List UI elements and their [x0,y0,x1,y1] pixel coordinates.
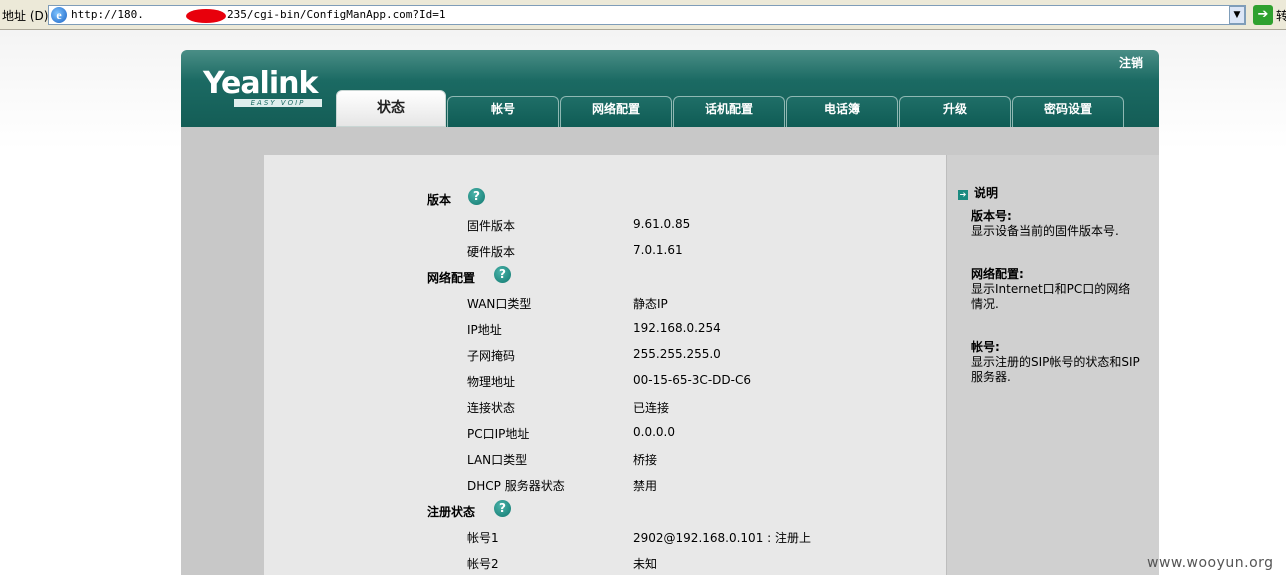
address-dropdown-icon[interactable]: ▼ [1229,6,1245,24]
watermark: www.wooyun.org [1147,555,1274,571]
address-input[interactable]: e http://180. 235/cgi-bin/ConfigManApp.c… [48,5,1246,25]
status-panel [264,155,946,575]
row-value-firmware: 9.61.0.85 [633,217,691,231]
row-value-hardware: 7.0.1.61 [633,243,683,257]
sidebar-block-account: 帐号: 显示注册的SIP帐号的状态和SIP服务器. [971,340,1141,385]
tab-password[interactable]: 密码设置 [1012,96,1124,127]
row-label-link-state: 连接状态 [467,401,516,415]
content-top-band [181,127,1159,155]
row-label-lan-type: LAN口类型 [467,453,528,467]
help-icon[interactable]: ? [494,266,511,283]
section-title-version: 版本 [427,193,452,207]
sidebar-block-version: 版本号: 显示设备当前的固件版本号. [971,209,1141,239]
row-label-subnet: 子网掩码 [467,349,516,363]
row-value-pc-ip: 0.0.0.0 [633,425,675,439]
help-icon[interactable]: ? [494,500,511,517]
go-arrow-icon[interactable]: ➔ [1253,5,1273,25]
row-label-account1: 帐号1 [467,531,499,545]
row-label-ip: IP地址 [467,323,502,337]
url-text-start: http://180. [71,8,144,21]
yealink-header: 注销 Yealink EASY VOIP 状态 帐号 网络配置 话机配置 电话簿… [181,50,1159,127]
row-value-mac: 00-15-65-3C-DD-C6 [633,373,751,387]
row-label-pc-ip: PC口IP地址 [467,427,530,441]
url-text-end: 235/cgi-bin/ConfigManApp.com?Id=1 [227,8,446,21]
section-title-register: 注册状态 [427,505,476,519]
row-value-ip: 192.168.0.254 [633,321,721,335]
row-value-link-state: 已连接 [633,401,670,415]
arrow-icon: ➔ [958,190,968,200]
left-column [181,155,264,575]
row-label-firmware: 固件版本 [467,219,516,233]
sidebar-block-desc: 显示Internet口和PC口的网络情况. [971,282,1131,311]
row-label-hardware: 硬件版本 [467,245,516,259]
row-label-account2: 帐号2 [467,557,499,571]
tab-phonebook[interactable]: 电话簿 [786,96,898,127]
tab-status[interactable]: 状态 [336,90,446,127]
sidebar-block-title: 版本号: [971,209,1012,223]
logo-tagline: EASY VOIP [234,99,322,107]
browser-address-bar: 地址 (D) e http://180. 235/cgi-bin/ConfigM… [0,0,1286,30]
yealink-logo: Yealink [203,66,318,101]
row-label-mac: 物理地址 [467,375,516,389]
tab-account[interactable]: 帐号 [447,96,559,127]
address-label: 地址 (D) [2,9,49,23]
tab-upgrade[interactable]: 升级 [899,96,1011,127]
row-label-wan-type: WAN口类型 [467,297,532,311]
row-label-dhcp: DHCP 服务器状态 [467,479,565,493]
row-value-dhcp: 禁用 [633,479,658,493]
tab-network[interactable]: 网络配置 [560,96,672,127]
sidebar-block-desc: 显示注册的SIP帐号的状态和SIP服务器. [971,355,1140,384]
row-value-subnet: 255.255.255.0 [633,347,721,361]
tab-phone-config[interactable]: 话机配置 [673,96,785,127]
ie-page-icon: e [51,7,67,23]
redaction-mark [186,9,226,23]
sidebar-block-network: 网络配置: 显示Internet口和PC口的网络情况. [971,267,1141,312]
row-value-wan-type: 静态IP [633,297,668,311]
row-value-account2: 未知 [633,557,658,571]
section-title-network: 网络配置 [427,271,476,285]
sidebar-block-title: 帐号: [971,340,1000,354]
sidebar-heading: ➔ 说明 [958,184,998,201]
row-value-account1: 2902@192.168.0.101 : 注册上 [633,531,812,545]
row-value-lan-type: 桥接 [633,453,658,467]
help-icon[interactable]: ? [468,188,485,205]
go-button-label[interactable]: 转 [1276,7,1286,24]
sidebar-block-title: 网络配置: [971,267,1024,281]
sidebar-block-desc: 显示设备当前的固件版本号. [971,224,1119,238]
sidebar-heading-text: 说明 [974,186,999,200]
logout-link[interactable]: 注销 [1119,54,1143,71]
